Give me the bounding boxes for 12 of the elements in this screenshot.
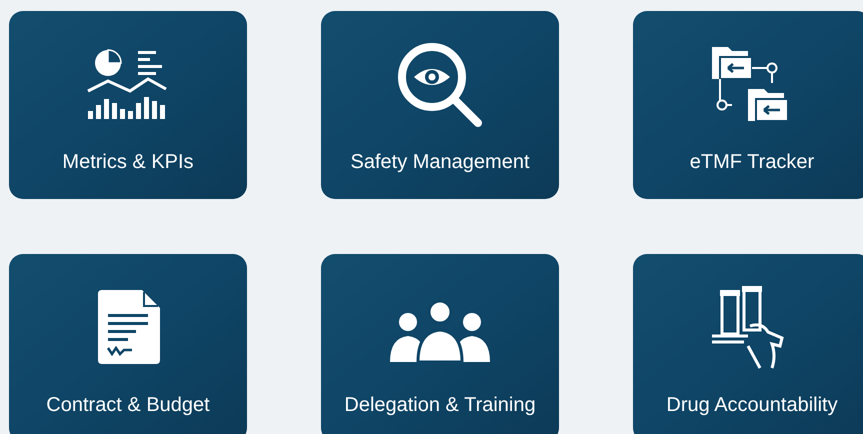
tile-label: Metrics & KPIs [62,150,194,175]
tile-label: Safety Management [350,150,530,175]
tile-label: Drug Accountability [666,393,838,418]
tile-label: eTMF Tracker [690,150,814,175]
module-tile[interactable]: eTMF Tracker [633,11,863,199]
tile-label: Delegation & Training [344,393,536,418]
tile-label: Contract & Budget [46,393,210,418]
module-tile[interactable]: Safety Management [321,11,559,199]
module-tile[interactable]: Delegation & Training [321,254,559,434]
module-tile[interactable]: Contract & Budget [9,254,247,434]
module-tile[interactable]: Metrics & KPIs [9,11,247,199]
module-tile[interactable]: Drug Accountability [633,254,863,434]
